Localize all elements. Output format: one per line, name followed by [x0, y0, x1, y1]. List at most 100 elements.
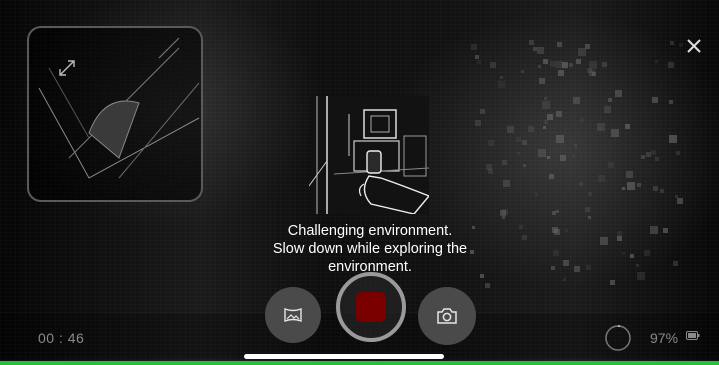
point-cloud-dot [498, 81, 505, 88]
point-cloud-dot [521, 70, 524, 73]
point-cloud-dot [488, 140, 494, 146]
point-cloud-dot [610, 280, 615, 285]
expand-icon[interactable] [57, 58, 77, 78]
point-cloud-dot [579, 182, 583, 186]
point-cloud-dot [585, 44, 590, 49]
point-cloud-dot [477, 60, 481, 64]
tracking-status-bar [0, 361, 719, 365]
close-icon [687, 39, 701, 53]
point-cloud-dot [651, 150, 656, 155]
point-cloud-dot [660, 189, 664, 193]
minimap-scan-drawing [38, 37, 200, 179]
point-cloud-dot [552, 227, 558, 233]
point-cloud-dot [503, 180, 510, 187]
point-cloud-dot [563, 278, 566, 281]
point-cloud-dot [557, 42, 562, 47]
point-cloud-dot [475, 55, 479, 59]
point-cloud-dot [572, 154, 575, 157]
point-cloud-dot [563, 260, 569, 266]
point-cloud-dot [653, 186, 658, 191]
point-cloud-dot [556, 210, 559, 213]
minimap[interactable] [27, 26, 203, 202]
stop-recording-icon [356, 292, 386, 322]
point-cloud-dot [600, 237, 608, 245]
point-cloud-dot [622, 252, 625, 255]
point-cloud-dot [622, 187, 625, 190]
gallery-icon [284, 307, 302, 323]
point-cloud-dot [543, 126, 546, 129]
point-cloud-dot [480, 109, 485, 114]
point-cloud-dot [608, 98, 612, 102]
point-cloud-dot [490, 62, 496, 68]
point-cloud-dot [608, 162, 614, 168]
point-cloud-dot [556, 135, 564, 143]
point-cloud-dot [551, 266, 555, 270]
point-cloud-dot [556, 111, 562, 117]
point-cloud-dot [598, 175, 605, 182]
point-cloud-dot [641, 155, 645, 159]
point-cloud-dot [537, 47, 544, 54]
point-cloud-dot [636, 264, 639, 267]
point-cloud-dot [552, 211, 556, 215]
point-cloud-dot [675, 195, 678, 198]
point-cloud-dot [617, 236, 622, 241]
point-cloud-dot [538, 149, 546, 157]
point-cloud-dot [677, 198, 683, 204]
point-cloud-dot [488, 169, 493, 174]
point-cloud-dot [485, 283, 490, 288]
point-cloud-dot [573, 97, 580, 104]
close-button[interactable] [683, 35, 705, 57]
point-cloud-dot [522, 140, 527, 145]
point-cloud-dot [597, 123, 605, 131]
point-cloud-dot [637, 183, 641, 187]
point-cloud-dot [663, 228, 668, 233]
point-cloud-dot [558, 70, 564, 76]
point-cloud-dot [673, 261, 678, 266]
point-cloud-dot [507, 126, 514, 133]
point-cloud-dot [585, 207, 590, 212]
point-cloud-dot [588, 216, 591, 219]
point-cloud-dot [669, 135, 677, 143]
point-cloud-dot [578, 48, 586, 56]
camera-button[interactable] [418, 287, 476, 345]
point-cloud-dot [574, 144, 577, 147]
point-cloud-dot [535, 193, 538, 196]
point-cloud-dot [502, 216, 505, 219]
point-cloud-dot [529, 40, 534, 45]
point-cloud-dot [589, 61, 597, 69]
point-cloud-dot [650, 226, 658, 234]
battery-percentage: 97% [650, 330, 679, 346]
point-cloud-dot [543, 59, 548, 64]
point-cloud-dot [549, 174, 554, 179]
gallery-button[interactable] [265, 287, 321, 343]
point-cloud-dot [516, 137, 521, 142]
point-cloud-dot [576, 59, 581, 64]
point-cloud-dot [553, 250, 559, 256]
point-cloud-dot [588, 192, 592, 196]
point-cloud-dot [655, 157, 659, 161]
point-cloud-dot [615, 90, 622, 97]
hint-line-1: Challenging environment. [287, 223, 453, 239]
point-cloud-dot [550, 61, 556, 67]
point-cloud-dot [556, 61, 563, 68]
point-cloud-dot [544, 120, 548, 124]
point-cloud-dot [668, 62, 674, 68]
point-cloud-dot [670, 41, 674, 45]
point-cloud-dot [644, 250, 650, 256]
point-cloud-dot [574, 266, 580, 272]
record-button[interactable] [336, 272, 406, 342]
home-indicator[interactable] [244, 354, 444, 359]
scan-point-cloud [470, 40, 690, 300]
point-cloud-dot [611, 129, 619, 137]
storage-progress-icon [605, 325, 631, 351]
point-cloud-dot [626, 171, 633, 178]
point-cloud-dot [637, 272, 645, 280]
point-cloud-dot [500, 210, 506, 216]
point-cloud-dot [547, 156, 550, 159]
point-cloud-dot [586, 265, 591, 270]
point-cloud-dot [589, 70, 595, 76]
point-cloud-dot [625, 124, 630, 129]
point-cloud-dot [630, 254, 634, 258]
battery-icon [686, 331, 700, 340]
point-cloud-dot [538, 65, 541, 68]
